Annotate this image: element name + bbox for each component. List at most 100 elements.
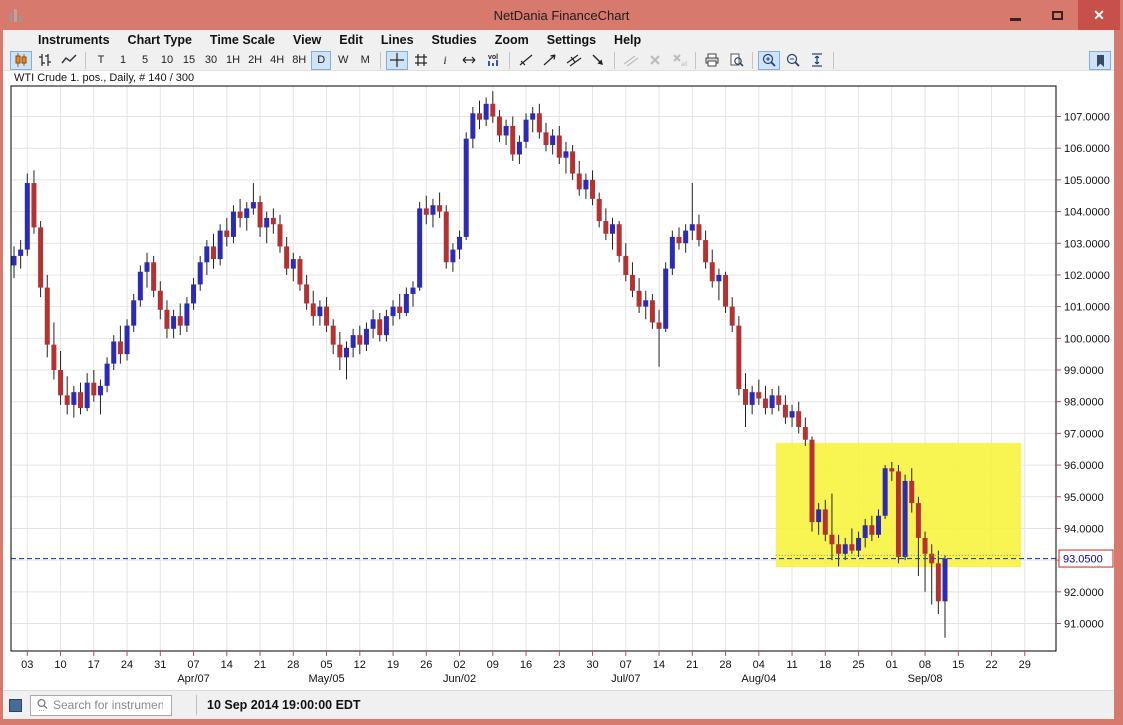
delete-button[interactable]: [644, 51, 666, 70]
menu-time-scale[interactable]: Time Scale: [201, 30, 284, 50]
line-chart-icon: [61, 52, 77, 68]
timeframe-4h-button[interactable]: 4H: [267, 51, 287, 70]
candlestick-button[interactable]: [10, 51, 32, 70]
timeframe-8h-button[interactable]: 8H: [289, 51, 309, 70]
bookmark-button[interactable]: [1089, 51, 1111, 70]
timeframe-5-button[interactable]: 5: [135, 51, 155, 70]
timeframe-2h-button[interactable]: 2H: [245, 51, 265, 70]
print-button[interactable]: [701, 51, 723, 70]
timeframe-10-button[interactable]: 10: [157, 51, 177, 70]
timeframe-30-button[interactable]: 30: [201, 51, 221, 70]
info-button[interactable]: i: [434, 51, 456, 70]
instrument-label: WTI Crude 1. pos., Daily, # 140 / 300: [14, 72, 194, 84]
svg-text:03: 03: [21, 659, 33, 671]
svg-text:102.0000: 102.0000: [1064, 270, 1110, 282]
svg-text:14: 14: [653, 659, 665, 671]
zoom-out-button[interactable]: [782, 51, 804, 70]
menu-settings[interactable]: Settings: [538, 30, 605, 50]
svg-text:105.0000: 105.0000: [1064, 175, 1110, 187]
svg-text:09: 09: [487, 659, 499, 671]
connection-status-icon[interactable]: [9, 699, 22, 712]
bookmark-icon: [1092, 53, 1108, 69]
svg-text:94.0000: 94.0000: [1064, 523, 1104, 535]
svg-text:17: 17: [88, 659, 100, 671]
menu-instruments[interactable]: Instruments: [29, 30, 119, 50]
print-preview-icon: [728, 52, 744, 68]
svg-text:106.0000: 106.0000: [1064, 143, 1110, 155]
pan-button[interactable]: [458, 51, 480, 70]
zoom-in-icon: [761, 52, 777, 68]
volume-icon: vol: [485, 52, 501, 68]
timeframe-m-button[interactable]: M: [355, 51, 375, 70]
menu-studies[interactable]: Studies: [423, 30, 486, 50]
svg-text:Apr/07: Apr/07: [177, 673, 209, 685]
close-button[interactable]: ✕: [1078, 0, 1120, 30]
delete-all-button[interactable]: all: [668, 51, 690, 70]
svg-text:Jun/02: Jun/02: [443, 673, 476, 685]
volume-button[interactable]: vol: [482, 51, 504, 70]
channel-button[interactable]: [563, 51, 585, 70]
timeframe-1h-button[interactable]: 1H: [223, 51, 243, 70]
svg-text:21: 21: [254, 659, 266, 671]
status-bar: 10 Sep 2014 19:00:00 EDT: [3, 690, 1114, 719]
parallel-lines-button[interactable]: [620, 51, 642, 70]
svg-text:24: 24: [121, 659, 133, 671]
ohlc-bars-button[interactable]: [34, 51, 56, 70]
svg-text:Sep/08: Sep/08: [908, 673, 943, 685]
menu-help[interactable]: Help: [605, 30, 650, 50]
toolbar-separator: [752, 52, 753, 69]
ohlc-bars-icon: [37, 52, 53, 68]
svg-text:10: 10: [54, 659, 66, 671]
timeframe-1-button[interactable]: 1: [113, 51, 133, 70]
svg-text:02: 02: [453, 659, 465, 671]
timeframe-w-button[interactable]: W: [333, 51, 353, 70]
svg-text:28: 28: [719, 659, 731, 671]
svg-text:98.0000: 98.0000: [1064, 397, 1104, 409]
zoom-in-button[interactable]: [758, 51, 780, 70]
menu-view[interactable]: View: [284, 30, 330, 50]
svg-text:11: 11: [786, 659, 797, 671]
svg-text:30: 30: [586, 659, 598, 671]
svg-text:14: 14: [221, 659, 233, 671]
svg-text:08: 08: [919, 659, 931, 671]
candlestick-icon: [13, 52, 29, 68]
svg-text:21: 21: [686, 659, 698, 671]
menu-chart-type[interactable]: Chart Type: [119, 30, 201, 50]
svg-text:93.0500: 93.0500: [1063, 554, 1103, 566]
svg-text:i: i: [444, 53, 447, 67]
menu-edit[interactable]: Edit: [330, 30, 372, 50]
fit-vertical-icon: [809, 52, 825, 68]
arrow-tool-button[interactable]: [587, 51, 609, 70]
trendline-button[interactable]: [515, 51, 537, 70]
price-chart-canvas[interactable]: 91.000092.000093.000094.000095.000096.00…: [3, 71, 1114, 691]
maximize-button[interactable]: [1036, 0, 1078, 30]
timeframe-15-button[interactable]: 15: [179, 51, 199, 70]
maximize-icon: [1052, 11, 1063, 20]
minimize-button[interactable]: [994, 0, 1036, 30]
line-chart-button[interactable]: [58, 51, 80, 70]
fit-vertical-button[interactable]: [806, 51, 828, 70]
window-title: NetDania FinanceChart: [0, 8, 1123, 23]
trendline-icon: [518, 52, 534, 68]
chart-region: WTI Crude 1. pos., Daily, # 140 / 300 91…: [3, 71, 1114, 690]
search-icon: [36, 698, 50, 712]
menu-bar: InstrumentsChart TypeTime ScaleViewEditL…: [3, 30, 1114, 50]
channel-icon: [566, 52, 582, 68]
svg-text:25: 25: [852, 659, 864, 671]
grid-button[interactable]: [410, 51, 432, 70]
print-preview-button[interactable]: [725, 51, 747, 70]
svg-text:Aug/04: Aug/04: [741, 673, 776, 685]
search-input[interactable]: [53, 698, 163, 712]
menu-lines[interactable]: Lines: [372, 30, 423, 50]
title-bar: NetDania FinanceChart ✕: [0, 0, 1123, 30]
svg-text:26: 26: [420, 659, 432, 671]
zoom-out-icon: [785, 52, 801, 68]
timeframe-d-button[interactable]: D: [311, 51, 331, 70]
svg-text:92.0000: 92.0000: [1064, 587, 1104, 599]
svg-text:01: 01: [886, 659, 898, 671]
crosshair-button[interactable]: [386, 51, 408, 70]
menu-zoom[interactable]: Zoom: [486, 30, 538, 50]
svg-text:15: 15: [952, 659, 964, 671]
ray-button[interactable]: [539, 51, 561, 70]
timeframe-t-button[interactable]: T: [91, 51, 111, 70]
